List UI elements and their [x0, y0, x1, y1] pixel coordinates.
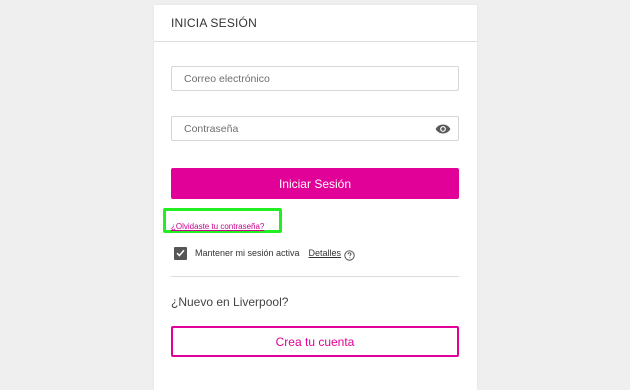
remember-session-row: Mantener mi sesión activa Detalles — [174, 246, 355, 261]
remember-session-checkbox[interactable] — [174, 246, 187, 260]
details-link[interactable]: Detalles — [309, 248, 342, 258]
checkmark-icon — [176, 249, 185, 257]
email-input[interactable] — [172, 67, 458, 90]
password-input[interactable] — [172, 117, 458, 140]
page-title: INICIA SESIÓN — [171, 16, 257, 30]
forgot-password-highlight: ¿Olvidaste tu contraseña? — [163, 208, 282, 233]
email-field[interactable] — [171, 66, 459, 91]
divider — [171, 276, 459, 277]
password-field[interactable] — [171, 116, 459, 141]
login-button[interactable]: Iniciar Sesión — [171, 168, 459, 199]
forgot-password-link[interactable]: ¿Olvidaste tu contraseña? — [171, 222, 264, 231]
eye-icon[interactable] — [435, 122, 451, 136]
login-card: INICIA SESIÓN Iniciar Sesión ¿Olvidaste … — [154, 5, 477, 390]
question-circle-icon[interactable] — [344, 248, 355, 261]
remember-session-label: Mantener mi sesión activa — [195, 248, 300, 258]
signup-heading: ¿Nuevo en Liverpool? — [171, 295, 289, 309]
create-account-button[interactable]: Crea tu cuenta — [171, 326, 459, 357]
card-header: INICIA SESIÓN — [154, 5, 477, 42]
